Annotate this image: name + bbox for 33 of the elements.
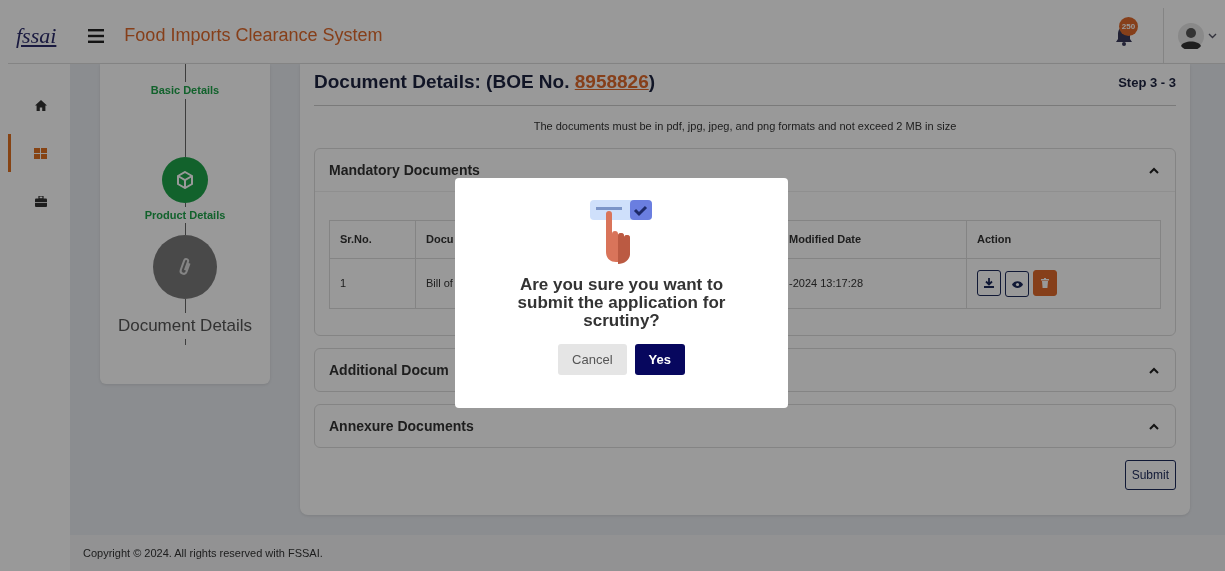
cancel-button[interactable]: Cancel bbox=[558, 343, 627, 376]
fssai-logo: fssai bbox=[16, 22, 57, 50]
copyright-text: Copyright © 2024. All rights reserved with FSSAI. bbox=[83, 545, 323, 561]
delete-button[interactable] bbox=[1033, 269, 1057, 296]
table-cell: 1 bbox=[329, 258, 416, 309]
submit-button[interactable]: Submit bbox=[1124, 460, 1176, 490]
hand-tap-toggle-drawing bbox=[589, 198, 654, 264]
view-button[interactable] bbox=[1005, 271, 1029, 298]
confirm-button[interactable]: Yes bbox=[634, 343, 685, 376]
chevron-down-icon[interactable] bbox=[1208, 32, 1217, 39]
download-icon bbox=[984, 277, 994, 288]
notification-count: 250 bbox=[1119, 17, 1138, 37]
column-header: Sr.No. bbox=[329, 220, 416, 259]
app-title: Food Imports Clearance System bbox=[124, 24, 383, 47]
avatar-icon[interactable] bbox=[1178, 22, 1204, 49]
chevron-up-icon[interactable] bbox=[1149, 366, 1159, 374]
menu-icon[interactable] bbox=[88, 28, 105, 43]
step-indicator: Step 3 - 3 bbox=[1118, 73, 1176, 92]
chevron-up-icon[interactable] bbox=[1149, 422, 1159, 430]
box-step-circle[interactable] bbox=[162, 156, 208, 203]
chevron-up-icon[interactable] bbox=[1149, 166, 1159, 174]
column-header: Action bbox=[966, 220, 1161, 259]
accordion-title[interactable]: Mandatory Documents bbox=[329, 159, 480, 181]
format-note: The documents must be in pdf, jpg, jpeg, and png formats and not exceed 2 MB in size bbox=[532, 118, 958, 134]
eye-icon bbox=[1011, 280, 1023, 288]
accordion-title[interactable]: Annexure Documents bbox=[329, 415, 474, 437]
trash-icon bbox=[1041, 277, 1049, 288]
step-label: Document Details bbox=[117, 315, 253, 337]
download-button[interactable] bbox=[977, 269, 1001, 296]
step-label: Basic Details bbox=[150, 83, 220, 98]
accordion-title[interactable]: Additional Docum bbox=[329, 359, 449, 381]
document-title: Document Details: (BOE No. 8958826) bbox=[314, 70, 656, 94]
step-label: Product Details bbox=[144, 207, 226, 223]
